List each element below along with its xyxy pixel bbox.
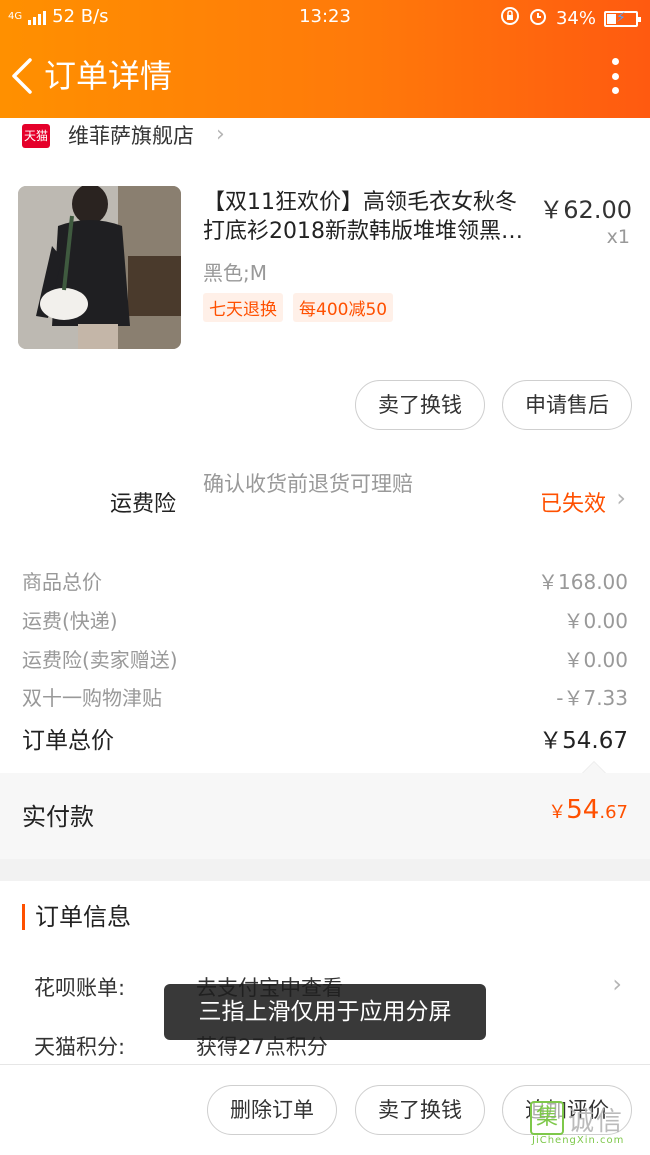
order-total-label: 订单总价	[22, 728, 114, 754]
back-arrow-icon	[12, 58, 32, 94]
product-item[interactable]: 【双11狂欢价】高领毛衣女秋冬打底衫2018新款韩版堆堆领黑… ￥62.00 x…	[0, 186, 650, 356]
product-image[interactable]	[18, 186, 181, 349]
chevron-right-icon: ›	[616, 484, 626, 512]
order-total-value: ￥54.67	[539, 728, 628, 754]
summary-label: 运费险(卖家赠送)	[22, 648, 178, 672]
shop-row[interactable]: 天猫 维菲萨旗舰店 ›	[0, 118, 650, 156]
watermark-logo: 集	[530, 1101, 564, 1135]
watermark-text: 诚信	[568, 1107, 625, 1137]
summary-value: ￥168.00	[538, 570, 628, 594]
delete-order-button[interactable]: 删除订单	[207, 1085, 337, 1135]
product-title[interactable]: 【双11狂欢价】高领毛衣女秋冬打底衫2018新款韩版堆堆领黑…	[203, 188, 533, 246]
toast-message: 三指上滑仅用于应用分屏	[164, 984, 486, 1040]
app-header: 4G 52 B/s 13:23 34% ⚡ 订单详情	[0, 0, 650, 118]
paid-integer: 54	[566, 795, 600, 825]
paid-label: 实付款	[22, 803, 94, 831]
navbar: 订单详情	[0, 44, 650, 108]
product-tags: 七天退换 每400减50	[203, 293, 394, 322]
section-divider	[0, 859, 650, 881]
summary-label: 运费(快递)	[22, 609, 118, 633]
page-title: 订单详情	[44, 57, 173, 95]
summary-row: 商品总价 ￥168.00	[22, 566, 628, 598]
summary-row: 运费(快递) ￥0.00	[22, 605, 628, 637]
back-button[interactable]	[8, 54, 38, 98]
watermark: 集 诚信 JiChengXin.com	[530, 1101, 646, 1147]
tmall-logo: 天猫	[22, 124, 50, 148]
summary-label: 商品总价	[22, 570, 102, 594]
shipping-insurance-row[interactable]: 运费险 确认收货前退货可理赔 已失效 ›	[0, 468, 650, 532]
summary-value: ￥0.00	[563, 609, 628, 633]
chevron-right-icon: ›	[612, 970, 622, 998]
tag-return: 七天退换	[203, 293, 283, 322]
paid-decimal: .67	[599, 802, 628, 823]
shop-name: 维菲萨旗舰店	[68, 124, 194, 148]
insurance-desc: 确认收货前退货可理赔	[203, 472, 413, 496]
watermark-domain: JiChengXin.com	[532, 1135, 625, 1146]
currency-symbol: ￥	[548, 802, 567, 823]
product-sku: 黑色;M	[203, 261, 267, 285]
sell-button[interactable]: 卖了换钱	[355, 1085, 485, 1135]
insurance-label: 运费险	[110, 492, 177, 517]
chevron-right-icon: ›	[216, 122, 225, 147]
battery-icon: ⚡	[604, 10, 641, 27]
info-key: 花呗账单:	[34, 976, 126, 1000]
order-info-title: 订单信息	[22, 904, 131, 930]
paid-amount: ￥54.67	[548, 795, 628, 825]
after-sale-button[interactable]: 申请售后	[502, 380, 632, 430]
rotation-lock-icon	[500, 6, 520, 31]
more-menu-button[interactable]	[610, 58, 620, 94]
product-quantity: x1	[606, 226, 630, 248]
summary-row: 运费险(卖家赠送) ￥0.00	[22, 644, 628, 676]
tag-discount: 每400减50	[293, 293, 394, 322]
sell-item-button[interactable]: 卖了换钱	[355, 380, 485, 430]
summary-value: ￥0.00	[563, 648, 628, 672]
order-total-row: 订单总价 ￥54.67	[22, 721, 628, 754]
summary-value: -￥7.33	[556, 686, 628, 710]
info-key: 天猫积分:	[34, 1035, 126, 1059]
summary-row: 双十一购物津贴 -￥7.33	[22, 682, 628, 714]
status-bar: 4G 52 B/s 13:23 34% ⚡	[0, 0, 650, 34]
alarm-icon	[528, 6, 548, 31]
insurance-status: 已失效	[539, 492, 606, 517]
notch-decoration	[582, 761, 606, 773]
product-price: ￥62.00	[539, 196, 632, 224]
status-right: 34% ⚡	[500, 6, 641, 31]
paid-amount-row: 实付款 ￥54.67	[0, 773, 650, 859]
summary-label: 双十一购物津贴	[22, 686, 162, 710]
battery-percent: 34%	[555, 8, 596, 29]
